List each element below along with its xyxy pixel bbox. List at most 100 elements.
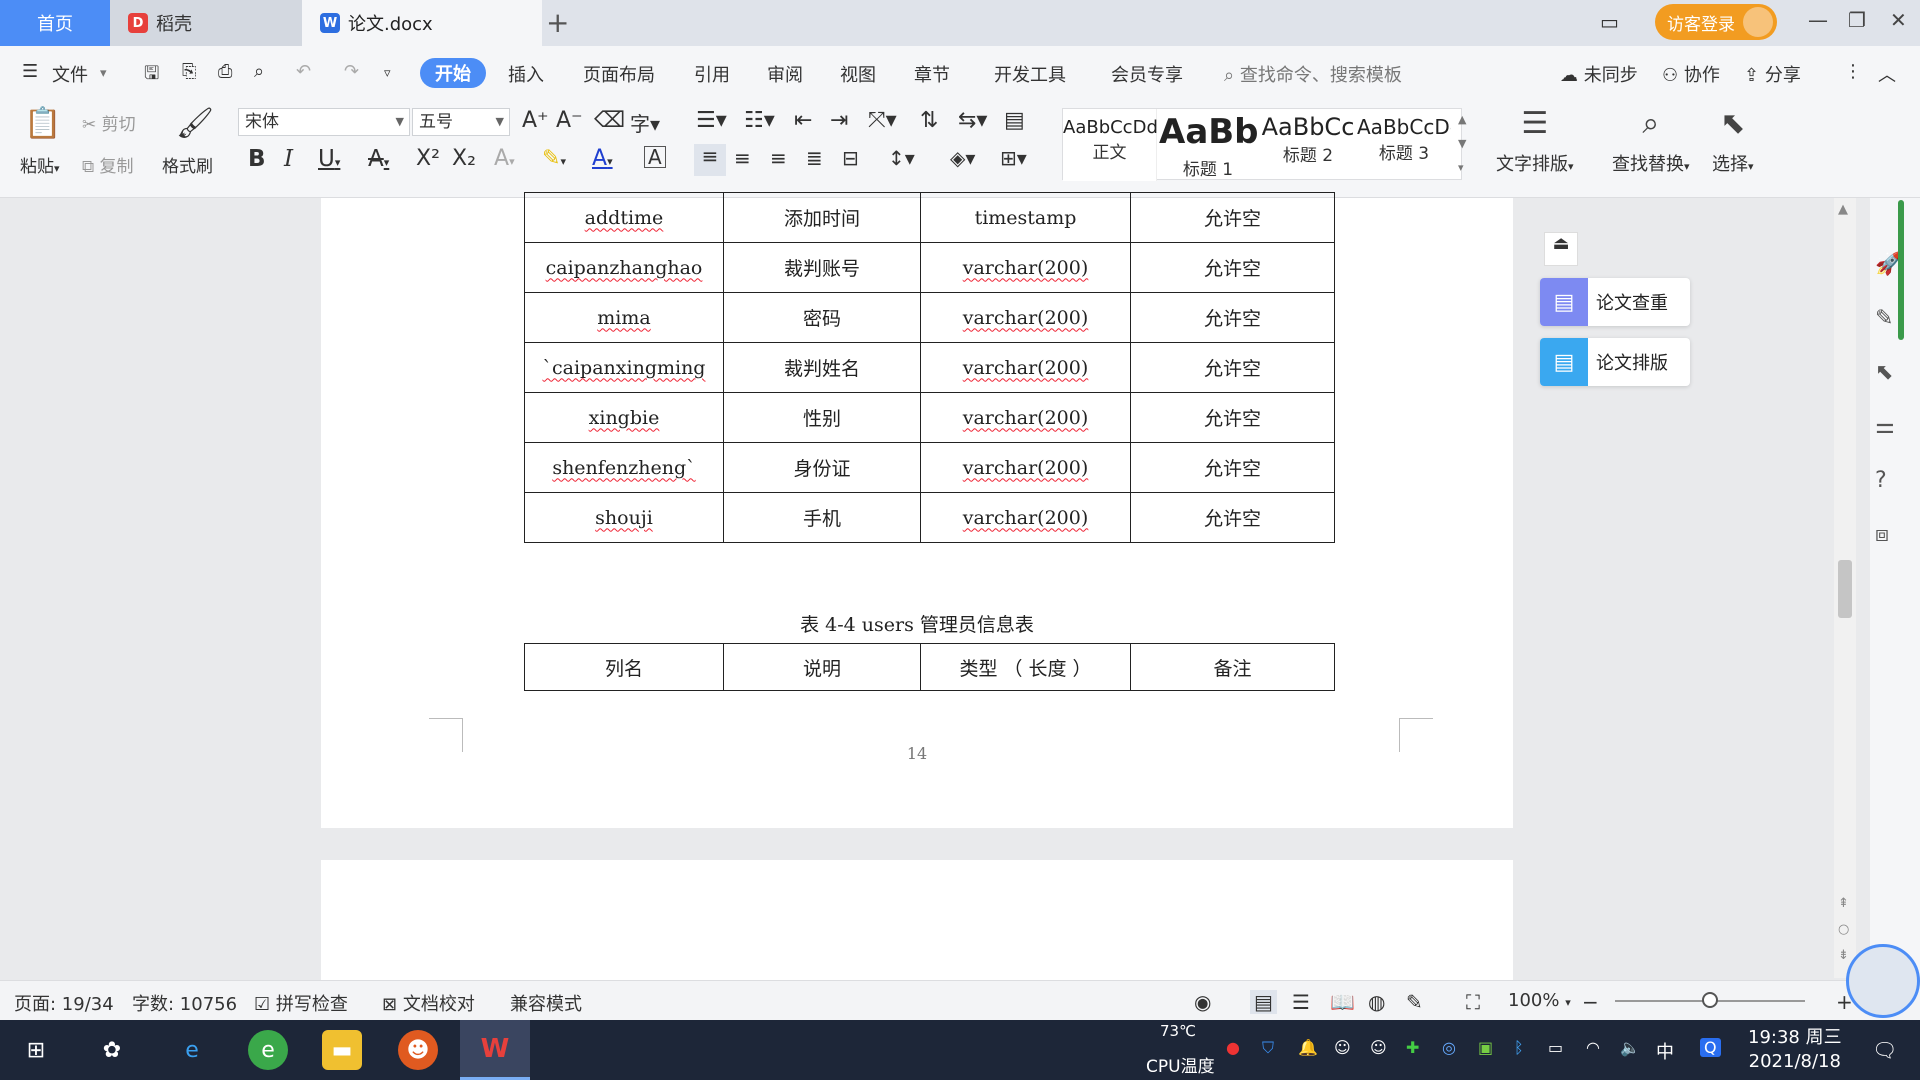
undo-icon[interactable]: ↶ [296,61,311,82]
share-button[interactable]: ⇪ 分享 [1744,61,1801,87]
help-icon[interactable]: ? [1875,468,1887,493]
shield-icon[interactable]: ⛉ [1262,1038,1274,1058]
menu-insert[interactable]: 插入 [508,61,544,87]
more-icon[interactable]: ⋮ [1844,61,1862,82]
sliders-icon[interactable]: ⚌ [1875,414,1895,439]
assistant-robot-icon[interactable] [1846,944,1920,1018]
clear-format-icon[interactable]: ⌫ [594,108,625,133]
writing-mode-icon[interactable]: ✎ [1406,990,1423,1014]
bullet-list-icon[interactable]: ☰▾ [696,108,727,133]
browser-360-icon[interactable]: e [248,1030,288,1070]
print-preview-icon[interactable]: ⌕ [254,61,264,82]
word-count[interactable]: 字数: 10756 [132,990,237,1016]
command-search[interactable]: ⌕ 查找命令、搜索模板 [1224,61,1402,87]
menu-home[interactable]: 开始 [420,58,486,88]
decrease-indent-icon[interactable]: ⇤ [794,108,812,133]
style-normal[interactable]: AaBbCcDd 正文 [1063,109,1158,181]
font-name-select[interactable]: 宋体 ▼ [238,108,410,136]
align-center-icon[interactable]: ≡ [734,146,751,170]
page-view-icon[interactable]: ▤ [1250,990,1277,1014]
format-painter-button[interactable]: 格式刷 [162,152,213,177]
font-size-select[interactable]: 五号 ▼ [412,108,510,136]
tab-home[interactable]: 首页 [0,0,110,46]
align-right-icon[interactable]: ≡ [770,146,787,170]
paper-layout-button[interactable]: ▤ 论文排版 [1540,338,1690,386]
collapse-ribbon-icon[interactable]: ︿ [1878,61,1896,87]
menu-review[interactable]: 审阅 [767,61,803,87]
bold-icon[interactable]: B [248,146,266,172]
prev-page-icon[interactable]: ⇞ [1838,896,1849,911]
paste-button[interactable]: 粘贴▾ [20,152,60,177]
green-app-icon[interactable]: ✚ [1406,1038,1419,1057]
document-page[interactable]: addtime 添加时间 timestamp 允许空 caipanzhanghao 裁判账… [321,192,1513,828]
format-painter-icon[interactable]: 🖌 [176,106,214,141]
pinyin-icon[interactable]: 字▾ [630,108,660,137]
chinese-layout-icon[interactable]: ⤧▾ [868,108,897,133]
find-replace-button[interactable]: ⌕ 查找替换▾ [1612,106,1690,176]
window-layout-icon[interactable]: ▭ [1600,10,1619,34]
redo-icon[interactable]: ↷ [344,61,359,82]
backup-icon[interactable]: ⧈ [1875,522,1889,547]
outline-view-icon[interactable]: ☰ [1292,990,1310,1014]
reading-view-icon[interactable]: 📖 [1330,990,1355,1014]
ruler-icon[interactable]: ▤ [1004,108,1025,133]
subscript-icon[interactable]: X₂ [452,146,476,171]
export-icon[interactable]: ⎘ [182,61,196,82]
font-color-icon[interactable]: A▾ [592,146,613,171]
align-left-icon[interactable]: ≡ [694,144,726,176]
bluetooth-icon[interactable]: ᛒ [1514,1038,1524,1057]
paper-check-button[interactable]: ▤ 论文查重 [1540,278,1690,326]
hamburger-icon[interactable]: ☰ [22,61,38,82]
network-app-icon[interactable]: ◎ [1442,1038,1456,1057]
qq-icon-2[interactable]: ☺ [1370,1038,1387,1057]
nvidia-icon[interactable]: ▣ [1478,1038,1493,1057]
copy-button[interactable]: ⧉ 复制 [82,152,134,177]
grow-font-icon[interactable]: A⁺ [522,108,549,133]
bell-icon[interactable]: 🔔 [1298,1038,1318,1057]
minimize-icon[interactable]: — [1808,8,1828,32]
file-explorer-icon[interactable]: ▬ [322,1030,362,1070]
fit-page-icon[interactable]: ⛶ [1466,990,1480,1014]
style-heading-1[interactable]: AaBb 标题 1 [1159,109,1257,181]
text-direction-icon[interactable]: ⇆▾ [958,108,987,133]
windows-start-icon[interactable]: ⊞ [16,1030,56,1070]
text-layout-button[interactable]: ☰ 文字排版▾ [1496,106,1574,176]
shrink-font-icon[interactable]: A⁻ [556,108,583,133]
border-icon[interactable]: ⊞▾ [1000,146,1027,170]
page-indicator[interactable]: 页面: 19/34 [14,990,114,1016]
print-icon[interactable]: ⎙ [218,61,232,82]
collapse-panel-icon[interactable]: ⏏ [1544,232,1578,266]
menu-chapter[interactable]: 章节 [914,61,950,87]
strikethrough-icon[interactable]: A▾ [368,146,389,172]
paste-icon[interactable]: 📋 [24,106,61,141]
line-spacing-icon[interactable]: ↕▾ [888,146,915,170]
battery-icon[interactable]: ▭ [1548,1038,1563,1057]
cut-button[interactable]: ✂ 剪切 [82,110,136,135]
style-heading-3[interactable]: AaBbCcDd 标题 3 [1357,109,1451,181]
italic-icon[interactable]: I [284,146,293,172]
ime-indicator[interactable]: 中 [1656,1038,1674,1064]
select-browse-icon[interactable]: ○ [1838,922,1849,937]
sort-icon[interactable]: ⇅ [920,108,938,133]
notification-center-icon[interactable]: 🗨 [1872,1038,1897,1062]
wps-taskbar-icon[interactable]: W [460,1020,530,1080]
qq-icon[interactable]: ☺ [1334,1038,1351,1057]
menu-file[interactable]: 文件 [52,61,88,87]
volume-icon[interactable]: 🔈 [1620,1038,1640,1057]
spell-check-button[interactable]: ☑ 拼写检查 [254,990,348,1016]
tab-docer[interactable]: D 稻壳 [110,0,302,46]
close-icon[interactable]: ✕ [1890,8,1907,32]
new-tab-icon[interactable]: + [546,6,569,39]
superscript-icon[interactable]: X² [416,146,440,171]
pointer-icon[interactable]: ⬉ [1875,360,1893,385]
numbered-list-icon[interactable]: ☷▾ [744,108,775,133]
fan-app-icon[interactable]: ✿ [92,1030,132,1070]
scroll-up-icon[interactable]: ▲ [1838,202,1848,217]
collaborate-button[interactable]: ⚇ 协作 [1662,61,1720,87]
eye-protection-icon[interactable]: ◉ [1194,990,1211,1014]
menu-member[interactable]: 会员专享 [1111,61,1183,87]
scrollbar-thumb[interactable] [1838,560,1852,618]
increase-indent-icon[interactable]: ⇥ [830,108,848,133]
distribute-icon[interactable]: ⊟ [842,146,859,170]
quick-access-more-icon[interactable]: ▿ [384,66,391,81]
